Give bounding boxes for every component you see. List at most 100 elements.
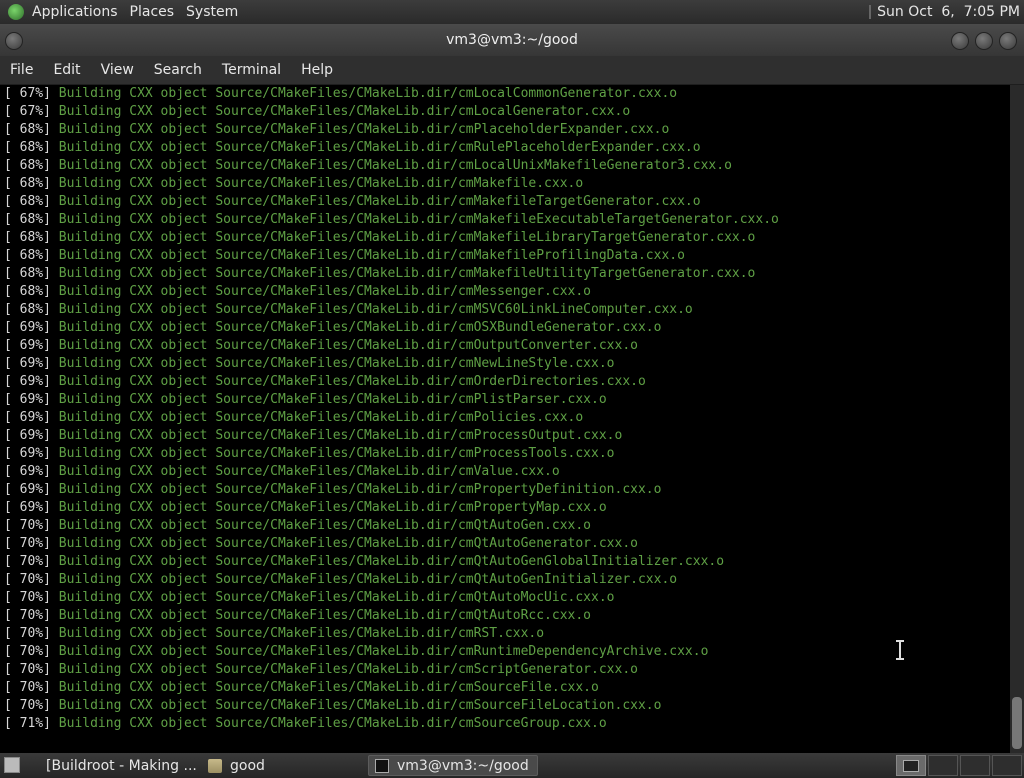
build-percent: [ 67%] <box>4 86 51 101</box>
build-message: Building CXX object Source/CMakeFiles/CM… <box>58 572 678 587</box>
build-percent: [ 67%] <box>4 104 51 119</box>
clock[interactable]: Sun Oct 6, 7:05 PM <box>877 4 1020 20</box>
build-message: Building CXX object Source/CMakeFiles/CM… <box>58 374 646 389</box>
terminal-line: [ 70%] Building CXX object Source/CMakeF… <box>4 571 677 589</box>
menu-terminal[interactable]: Terminal <box>212 62 291 78</box>
terminal-scrollbar[interactable] <box>1010 85 1024 753</box>
minimize-icon[interactable] <box>951 32 969 50</box>
folder-icon <box>208 758 222 773</box>
build-message: Building CXX object Source/CMakeFiles/CM… <box>58 284 592 299</box>
build-percent: [ 70%] <box>4 644 51 659</box>
menu-file[interactable]: File <box>0 62 43 78</box>
build-message: Building CXX object Source/CMakeFiles/CM… <box>58 320 662 335</box>
terminal-line: [ 70%] Building CXX object Source/CMakeF… <box>4 517 591 535</box>
build-message: Building CXX object Source/CMakeFiles/CM… <box>58 644 709 659</box>
terminal-line: [ 68%] Building CXX object Source/CMakeF… <box>4 193 701 211</box>
terminal-line: [ 69%] Building CXX object Source/CMakeF… <box>4 409 583 427</box>
build-percent: [ 68%] <box>4 248 51 263</box>
terminal-line: [ 68%] Building CXX object Source/CMakeF… <box>4 211 779 229</box>
terminal-line: [ 68%] Building CXX object Source/CMakeF… <box>4 265 755 283</box>
build-percent: [ 68%] <box>4 140 51 155</box>
terminal-line: [ 69%] Building CXX object Source/CMakeF… <box>4 373 646 391</box>
build-percent: [ 69%] <box>4 392 51 407</box>
workspace-4[interactable] <box>992 755 1022 776</box>
build-message: Building CXX object Source/CMakeFiles/CM… <box>58 356 615 371</box>
build-message: Building CXX object Source/CMakeFiles/CM… <box>58 122 670 137</box>
menu-places[interactable]: Places <box>124 4 181 20</box>
terminal-menubar: File Edit View Search Terminal Help <box>0 56 1024 85</box>
show-desktop-icon[interactable] <box>4 757 20 773</box>
build-percent: [ 69%] <box>4 320 51 335</box>
build-message: Building CXX object Source/CMakeFiles/CM… <box>58 194 701 209</box>
build-message: Building CXX object Source/CMakeFiles/CM… <box>58 518 592 533</box>
terminal-output[interactable]: [ 67%] Building CXX object Source/CMakeF… <box>0 85 1010 753</box>
build-percent: [ 68%] <box>4 230 51 245</box>
text-cursor-icon <box>896 640 904 660</box>
menu-applications[interactable]: Applications <box>26 4 124 20</box>
build-percent: [ 69%] <box>4 410 51 425</box>
build-message: Building CXX object Source/CMakeFiles/CM… <box>58 176 584 191</box>
terminal-line: [ 67%] Building CXX object Source/CMakeF… <box>4 103 630 121</box>
terminal-line: [ 70%] Building CXX object Source/CMakeF… <box>4 553 724 571</box>
terminal-line: [ 69%] Building CXX object Source/CMakeF… <box>4 499 607 517</box>
task-terminal[interactable]: vm3@vm3:~/good <box>368 755 538 776</box>
build-message: Building CXX object Source/CMakeFiles/CM… <box>58 662 638 677</box>
build-percent: [ 69%] <box>4 446 51 461</box>
build-percent: [ 70%] <box>4 536 51 551</box>
build-message: Building CXX object Source/CMakeFiles/CM… <box>58 266 756 281</box>
build-message: Building CXX object Source/CMakeFiles/CM… <box>58 230 756 245</box>
build-percent: [ 68%] <box>4 176 51 191</box>
task-label: good <box>230 757 265 774</box>
workspace-3[interactable] <box>960 755 990 776</box>
maximize-icon[interactable] <box>975 32 993 50</box>
menu-search[interactable]: Search <box>144 62 212 78</box>
build-percent: [ 69%] <box>4 356 51 371</box>
terminal-line: [ 68%] Building CXX object Source/CMakeF… <box>4 157 732 175</box>
terminal-line: [ 69%] Building CXX object Source/CMakeF… <box>4 355 615 373</box>
build-percent: [ 69%] <box>4 464 51 479</box>
build-message: Building CXX object Source/CMakeFiles/CM… <box>58 554 725 569</box>
build-message: Building CXX object Source/CMakeFiles/CM… <box>58 608 592 623</box>
scrollbar-thumb[interactable] <box>1012 697 1022 749</box>
terminal-line: [ 70%] Building CXX object Source/CMakeF… <box>4 661 638 679</box>
workspace-2[interactable] <box>928 755 958 776</box>
applications-icon[interactable] <box>8 4 24 20</box>
build-percent: [ 70%] <box>4 698 51 713</box>
build-message: Building CXX object Source/CMakeFiles/CM… <box>58 338 638 353</box>
build-message: Building CXX object Source/CMakeFiles/CM… <box>58 680 599 695</box>
build-message: Building CXX object Source/CMakeFiles/CM… <box>58 86 678 101</box>
clock-area[interactable]: Sun Oct 6, 7:05 PM <box>869 0 1020 24</box>
build-message: Building CXX object Source/CMakeFiles/CM… <box>58 698 662 713</box>
top-panel: Applications Places System Sun Oct 6, 7:… <box>0 0 1024 24</box>
build-percent: [ 70%] <box>4 590 51 605</box>
build-percent: [ 68%] <box>4 266 51 281</box>
menu-help[interactable]: Help <box>291 62 343 78</box>
task-label: vm3@vm3:~/good <box>397 757 529 774</box>
task-buildroot[interactable]: [Buildroot - Making ... <box>32 755 200 776</box>
build-message: Building CXX object Source/CMakeFiles/CM… <box>58 212 779 227</box>
build-message: Building CXX object Source/CMakeFiles/CM… <box>58 428 623 443</box>
task-good-folder[interactable]: good <box>202 755 362 776</box>
terminal-line: [ 69%] Building CXX object Source/CMakeF… <box>4 391 607 409</box>
build-percent: [ 70%] <box>4 518 51 533</box>
build-message: Building CXX object Source/CMakeFiles/CM… <box>58 248 685 263</box>
build-percent: [ 68%] <box>4 302 51 317</box>
terminal-line: [ 69%] Building CXX object Source/CMakeF… <box>4 427 622 445</box>
workspace-1[interactable] <box>896 755 926 776</box>
build-percent: [ 69%] <box>4 428 51 443</box>
build-message: Building CXX object Source/CMakeFiles/CM… <box>58 464 560 479</box>
terminal-line: [ 69%] Building CXX object Source/CMakeF… <box>4 481 661 499</box>
menu-system[interactable]: System <box>180 4 244 20</box>
terminal-line: [ 70%] Building CXX object Source/CMakeF… <box>4 625 544 643</box>
build-message: Building CXX object Source/CMakeFiles/CM… <box>58 500 607 515</box>
build-message: Building CXX object Source/CMakeFiles/CM… <box>58 410 584 425</box>
build-message: Building CXX object Source/CMakeFiles/CM… <box>58 482 662 497</box>
close-icon[interactable] <box>999 32 1017 50</box>
window-titlebar[interactable]: vm3@vm3:~/good <box>0 24 1024 56</box>
build-percent: [ 70%] <box>4 626 51 641</box>
build-message: Building CXX object Source/CMakeFiles/CM… <box>58 536 638 551</box>
menu-edit[interactable]: Edit <box>43 62 90 78</box>
terminal-line: [ 70%] Building CXX object Source/CMakeF… <box>4 535 638 553</box>
menu-view[interactable]: View <box>91 62 144 78</box>
terminal-line: [ 70%] Building CXX object Source/CMakeF… <box>4 679 599 697</box>
